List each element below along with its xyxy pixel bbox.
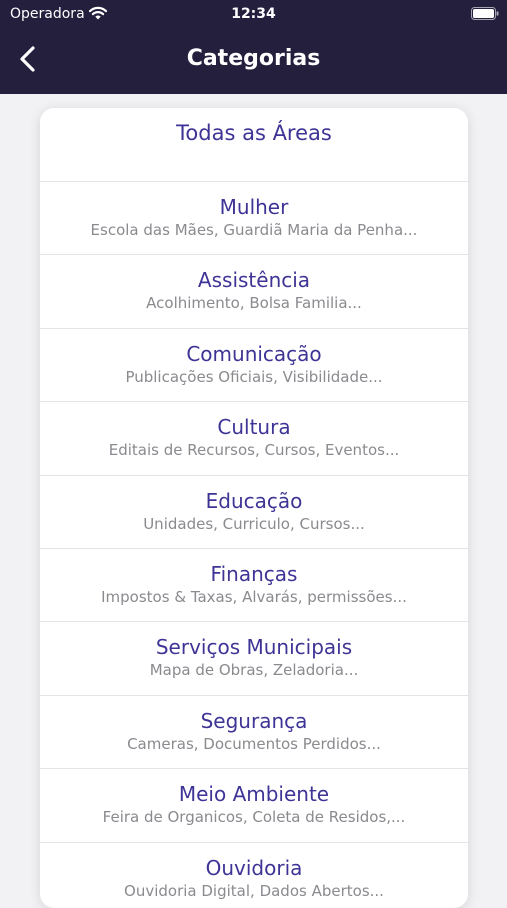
category-subtitle: Feira de Organicos, Coleta de Residos,..… <box>102 808 406 827</box>
battery-icon <box>471 7 499 20</box>
category-item-financas[interactable]: Finanças Impostos & Taxas, Alvarás, perm… <box>40 547 468 621</box>
category-subtitle: Impostos & Taxas, Alvarás, permissões... <box>101 587 407 606</box>
category-item-assistencia[interactable]: Assistência Acolhimento, Bolsa Familia..… <box>40 254 468 327</box>
category-card: Todas as Áreas Mulher Escola das Mães, G… <box>40 108 468 908</box>
category-item-seguranca[interactable]: Segurança Cameras, Documentos Perdidos..… <box>40 694 468 768</box>
category-item-mulher[interactable]: Mulher Escola das Mães, Guardiã Maria da… <box>40 181 468 254</box>
category-title: Segurança <box>200 708 308 733</box>
category-subtitle: Escola das Mães, Guardiã Maria da Penha.… <box>90 221 418 239</box>
category-subtitle: Cameras, Documentos Perdidos... <box>127 734 381 753</box>
category-item-educacao[interactable]: Educação Unidades, Curriculo, Cursos... <box>40 474 468 548</box>
category-title: Serviços Municipais <box>155 635 353 660</box>
category-subtitle: Ouvidoria Digital, Dados Abertos... <box>124 881 384 900</box>
all-areas-label: Todas as Áreas <box>176 121 332 145</box>
category-subtitle: Editais de Recursos, Cursos, Eventos... <box>108 441 400 460</box>
category-item-ouvidoria[interactable]: Ouvidoria Ouvidoria Digital, Dados Abert… <box>40 841 468 908</box>
category-subtitle: Publicações Oficiais, Visibilidade... <box>125 367 383 386</box>
category-item-comunicacao[interactable]: Comunicação Publicações Oficiais, Visibi… <box>40 327 468 401</box>
category-title: Finanças <box>210 561 298 586</box>
navigation-header: Operadora 12:34 Categorias <box>0 0 507 94</box>
page-title: Categorias <box>186 46 321 71</box>
status-time: 12:34 <box>231 6 276 22</box>
status-bar: Operadora 12:34 <box>0 0 507 30</box>
category-title: Meio Ambiente <box>178 782 330 807</box>
category-item-meio-ambiente[interactable]: Meio Ambiente Feira de Organicos, Coleta… <box>40 768 468 841</box>
category-title: Educação <box>205 488 303 513</box>
category-subtitle: Mapa de Obras, Zeladoria... <box>149 661 359 680</box>
category-title: Assistência <box>197 268 311 293</box>
category-title: Ouvidoria <box>205 855 303 880</box>
category-list: Mulher Escola das Mães, Guardiã Maria da… <box>40 181 468 908</box>
category-subtitle: Unidades, Curriculo, Cursos... <box>143 514 365 533</box>
category-subtitle: Acolhimento, Bolsa Familia... <box>146 294 362 313</box>
category-title: Cultura <box>217 415 291 440</box>
category-item-servicos-municipais[interactable]: Serviços Municipais Mapa de Obras, Zelad… <box>40 621 468 694</box>
category-title: Mulher <box>219 195 289 219</box>
category-title: Comunicação <box>186 341 322 366</box>
all-areas-item[interactable]: Todas as Áreas <box>40 108 468 182</box>
category-item-cultura[interactable]: Cultura Editais de Recursos, Cursos, Eve… <box>40 401 468 474</box>
